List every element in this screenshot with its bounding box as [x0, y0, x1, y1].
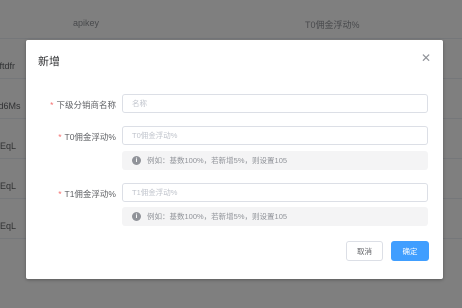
name-label: * 下级分销商名称: [26, 99, 116, 111]
required-mark: *: [50, 100, 54, 110]
distributor-name-input[interactable]: [122, 94, 428, 113]
dialog-title: 新增: [38, 56, 60, 68]
required-mark: *: [58, 132, 62, 142]
cancel-button[interactable]: 取消: [346, 241, 383, 261]
t1-label: * T1佣金浮动%: [26, 188, 116, 200]
t0-label-text: T0佣金浮动%: [64, 132, 116, 142]
t0-hint: i 例如：基数100%，若新增5%，则设置105: [122, 151, 428, 170]
confirm-button[interactable]: 确定: [391, 241, 429, 261]
t0-hint-text: 例如：基数100%，若新增5%，则设置105: [147, 156, 288, 165]
add-dialog: 新增 ✕ *下级分销商名称 *T0佣金浮动% i 例如：基数100%，若新增5%…: [26, 40, 443, 279]
t1-hint-text: 例如：基数100%，若新增5%，则设置105: [147, 212, 288, 221]
info-icon: i: [132, 156, 141, 165]
info-icon: i: [132, 212, 141, 221]
close-icon[interactable]: ✕: [420, 52, 432, 64]
t0-commission-input[interactable]: [122, 126, 428, 145]
t0-label: * T0佣金浮动%: [26, 131, 116, 143]
required-mark: *: [58, 189, 62, 199]
t1-commission-input[interactable]: [122, 183, 428, 202]
name-label-text: 下级分销商名称: [56, 100, 116, 110]
t1-label-text: T1佣金浮动%: [64, 189, 116, 199]
t1-hint: i 例如：基数100%，若新增5%，则设置105: [122, 207, 428, 226]
